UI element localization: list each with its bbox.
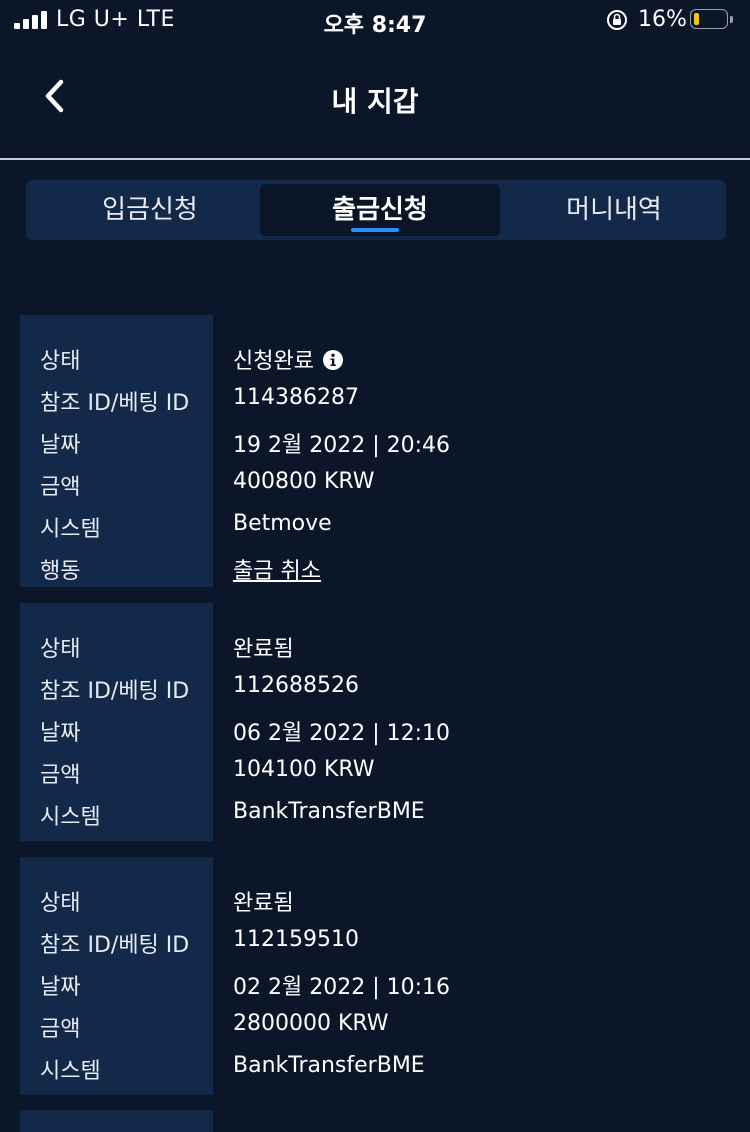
row-label: 상태 [40, 637, 81, 662]
tab-money-history[interactable]: 머니내역 [494, 184, 734, 236]
reference-id-row: 참조 ID/베팅 ID 112688526 [20, 665, 734, 707]
page-title: 내 지갑 [331, 85, 419, 118]
status-bar: LG U+ LTE 오후 8:47 16% [0, 0, 750, 40]
withdrawal-card: 상태 신청완료 참조 ID/베팅 ID 114386287 날짜 19 2월 2… [20, 315, 734, 587]
row-label: 시스템 [40, 517, 101, 542]
row-value: 02 2월 2022 | 10:16 [233, 975, 451, 1000]
row-value: 완료됨 [233, 637, 294, 662]
row-label: 금액 [40, 475, 81, 500]
row-label: 날짜 [40, 433, 81, 458]
row-label: 금액 [40, 763, 81, 788]
row-value: 114386287 [233, 385, 359, 410]
info-icon[interactable] [322, 349, 344, 371]
row-label: 시스템 [40, 805, 101, 830]
amount-row: 금액 2800000 KRW [20, 1003, 734, 1045]
tab-label: 머니내역 [566, 195, 662, 225]
amount-row: 금액 400800 KRW [20, 461, 734, 503]
status-text: 신청완료 [233, 349, 314, 374]
battery-icon [690, 9, 734, 31]
row-value: 19 2월 2022 | 20:46 [233, 433, 451, 458]
row-value: 112159510 [233, 927, 359, 952]
row-value: 2800000 KRW [233, 1011, 389, 1036]
withdrawal-card: 상태 완료됨 참조 ID/베팅 ID 112159510 날짜 02 2월 20… [20, 857, 734, 1095]
row-label: 참조 ID/베팅 ID [40, 679, 190, 704]
amount-row: 금액 104100 KRW [20, 749, 734, 791]
row-value: Betmove [233, 511, 332, 536]
status-value: 신청완료 [233, 343, 344, 375]
tab-deposit-request[interactable]: 입금신청 [30, 184, 270, 236]
row-value: 완료됨 [233, 891, 294, 916]
date-row: 날짜 02 2월 2022 | 10:16 [20, 961, 734, 1003]
cancel-withdrawal-link[interactable]: 출금 취소 [233, 553, 321, 585]
date-row: 날짜 19 2월 2022 | 20:46 [20, 419, 734, 461]
rotation-lock-icon [607, 10, 627, 30]
header-divider [0, 158, 750, 160]
status-row: 상태 완료됨 [20, 877, 734, 919]
reference-id-row: 참조 ID/베팅 ID 112159510 [20, 919, 734, 961]
row-label: 참조 ID/베팅 ID [40, 933, 190, 958]
row-value: 112688526 [233, 673, 359, 698]
row-value: 06 2월 2022 | 12:10 [233, 721, 451, 746]
date-row: 날짜 06 2월 2022 | 12:10 [20, 707, 734, 749]
row-label: 날짜 [40, 721, 81, 746]
next-card-partial [20, 1110, 213, 1132]
status-row: 상태 완료됨 [20, 623, 734, 665]
row-value: BankTransferBME [233, 799, 425, 824]
status-row: 상태 신청완료 [20, 335, 734, 377]
row-label: 상태 [40, 891, 81, 916]
action-row: 행동 출금 취소 [20, 545, 734, 587]
tab-withdrawal-request[interactable]: 출금신청 [260, 184, 500, 236]
row-label: 날짜 [40, 975, 81, 1000]
row-value: 400800 KRW [233, 469, 375, 494]
withdrawal-card: 상태 완료됨 참조 ID/베팅 ID 112688526 날짜 06 2월 20… [20, 603, 734, 841]
header: 내 지갑 [0, 40, 750, 158]
system-row: 시스템 BankTransferBME [20, 1045, 734, 1087]
row-value: 104100 KRW [233, 757, 375, 782]
system-row: 시스템 BankTransferBME [20, 791, 734, 833]
battery-percent: 16% [638, 7, 687, 32]
row-label: 금액 [40, 1017, 81, 1042]
tab-bar: 입금신청 출금신청 머니내역 [26, 180, 726, 240]
tab-label: 출금신청 [332, 195, 428, 225]
row-label: 시스템 [40, 1059, 101, 1084]
active-tab-indicator [351, 228, 399, 232]
row-label: 참조 ID/베팅 ID [40, 391, 190, 416]
row-label: 행동 [40, 559, 81, 584]
row-value: BankTransferBME [233, 1053, 425, 1078]
system-row: 시스템 Betmove [20, 503, 734, 545]
row-label: 상태 [40, 349, 81, 374]
tab-label: 입금신청 [102, 195, 198, 225]
reference-id-row: 참조 ID/베팅 ID 114386287 [20, 377, 734, 419]
